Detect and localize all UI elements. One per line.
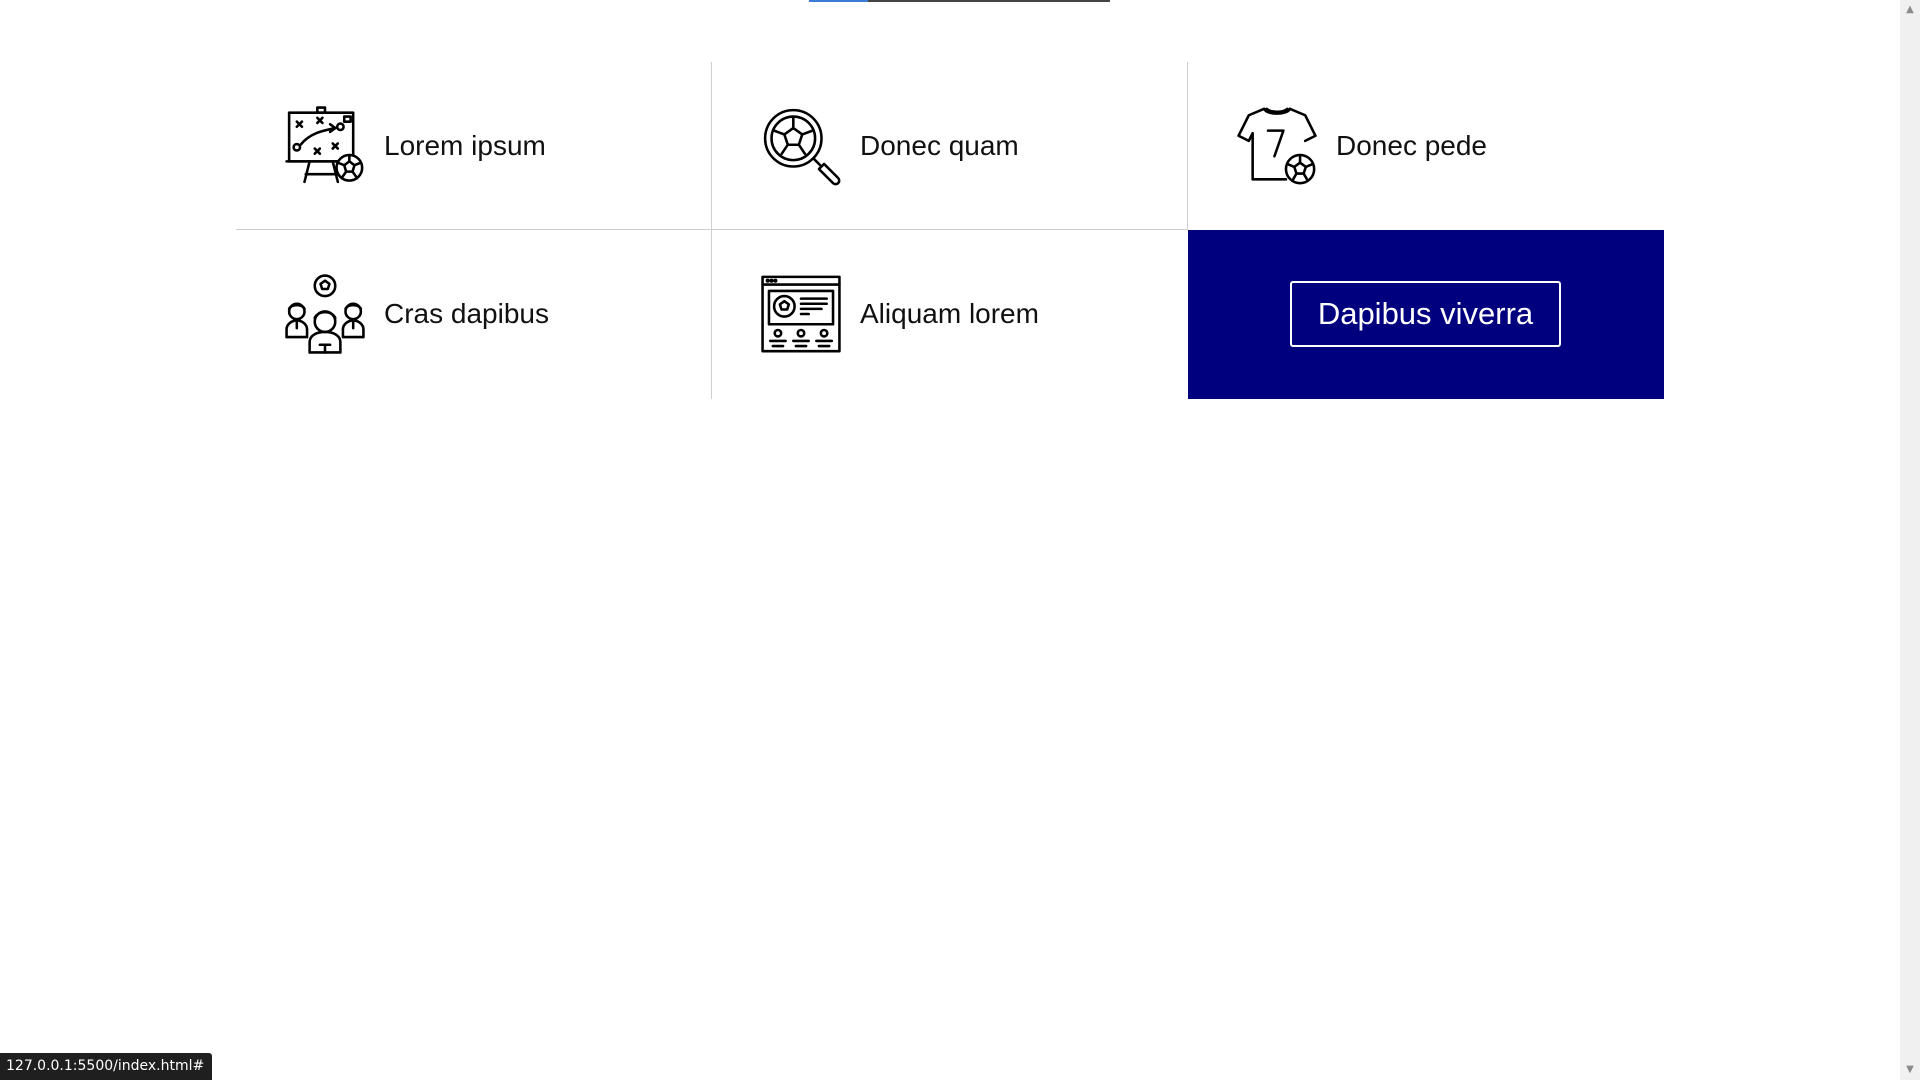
- search-ball-icon: [760, 105, 842, 187]
- feature-label: Cras dapibus: [384, 298, 549, 329]
- page: Lorem ipsum Donec quam Donec pede Cras d…: [0, 0, 1920, 1080]
- tab-indicator-active: [809, 0, 868, 2]
- feature-label: Donec quam: [860, 130, 1019, 161]
- scroll-down-icon[interactable]: ▼: [1900, 1062, 1920, 1078]
- feature-label: Donec pede: [1336, 130, 1488, 161]
- team-icon: [284, 273, 366, 355]
- feature-item-donec-pede[interactable]: Donec pede: [1188, 62, 1664, 230]
- tactics-board-icon: [284, 105, 366, 187]
- vertical-scrollbar[interactable]: ▲ ▼: [1900, 0, 1920, 1080]
- feature-item-donec-quam[interactable]: Donec quam: [712, 62, 1188, 230]
- feature-item-cras-dapibus[interactable]: Cras dapibus: [236, 230, 712, 398]
- cta-button[interactable]: Dapibus viverra: [1290, 281, 1561, 347]
- jersey-icon: [1236, 105, 1318, 187]
- status-bar-url: 127.0.0.1:5500/index.html#: [0, 1053, 213, 1080]
- feature-label: Lorem ipsum: [384, 130, 546, 161]
- feature-label: Aliquam lorem: [860, 298, 1039, 329]
- tab-indicator: [809, 0, 1110, 2]
- feature-grid: Lorem ipsum Donec quam Donec pede Cras d…: [236, 62, 1664, 399]
- feature-item-aliquam-lorem[interactable]: Aliquam lorem: [712, 230, 1188, 398]
- scroll-up-icon[interactable]: ▲: [1900, 2, 1920, 18]
- cta-panel: Dapibus viverra: [1188, 230, 1664, 399]
- feature-item-lorem-ipsum[interactable]: Lorem ipsum: [236, 62, 712, 230]
- web-page-icon: [760, 273, 842, 355]
